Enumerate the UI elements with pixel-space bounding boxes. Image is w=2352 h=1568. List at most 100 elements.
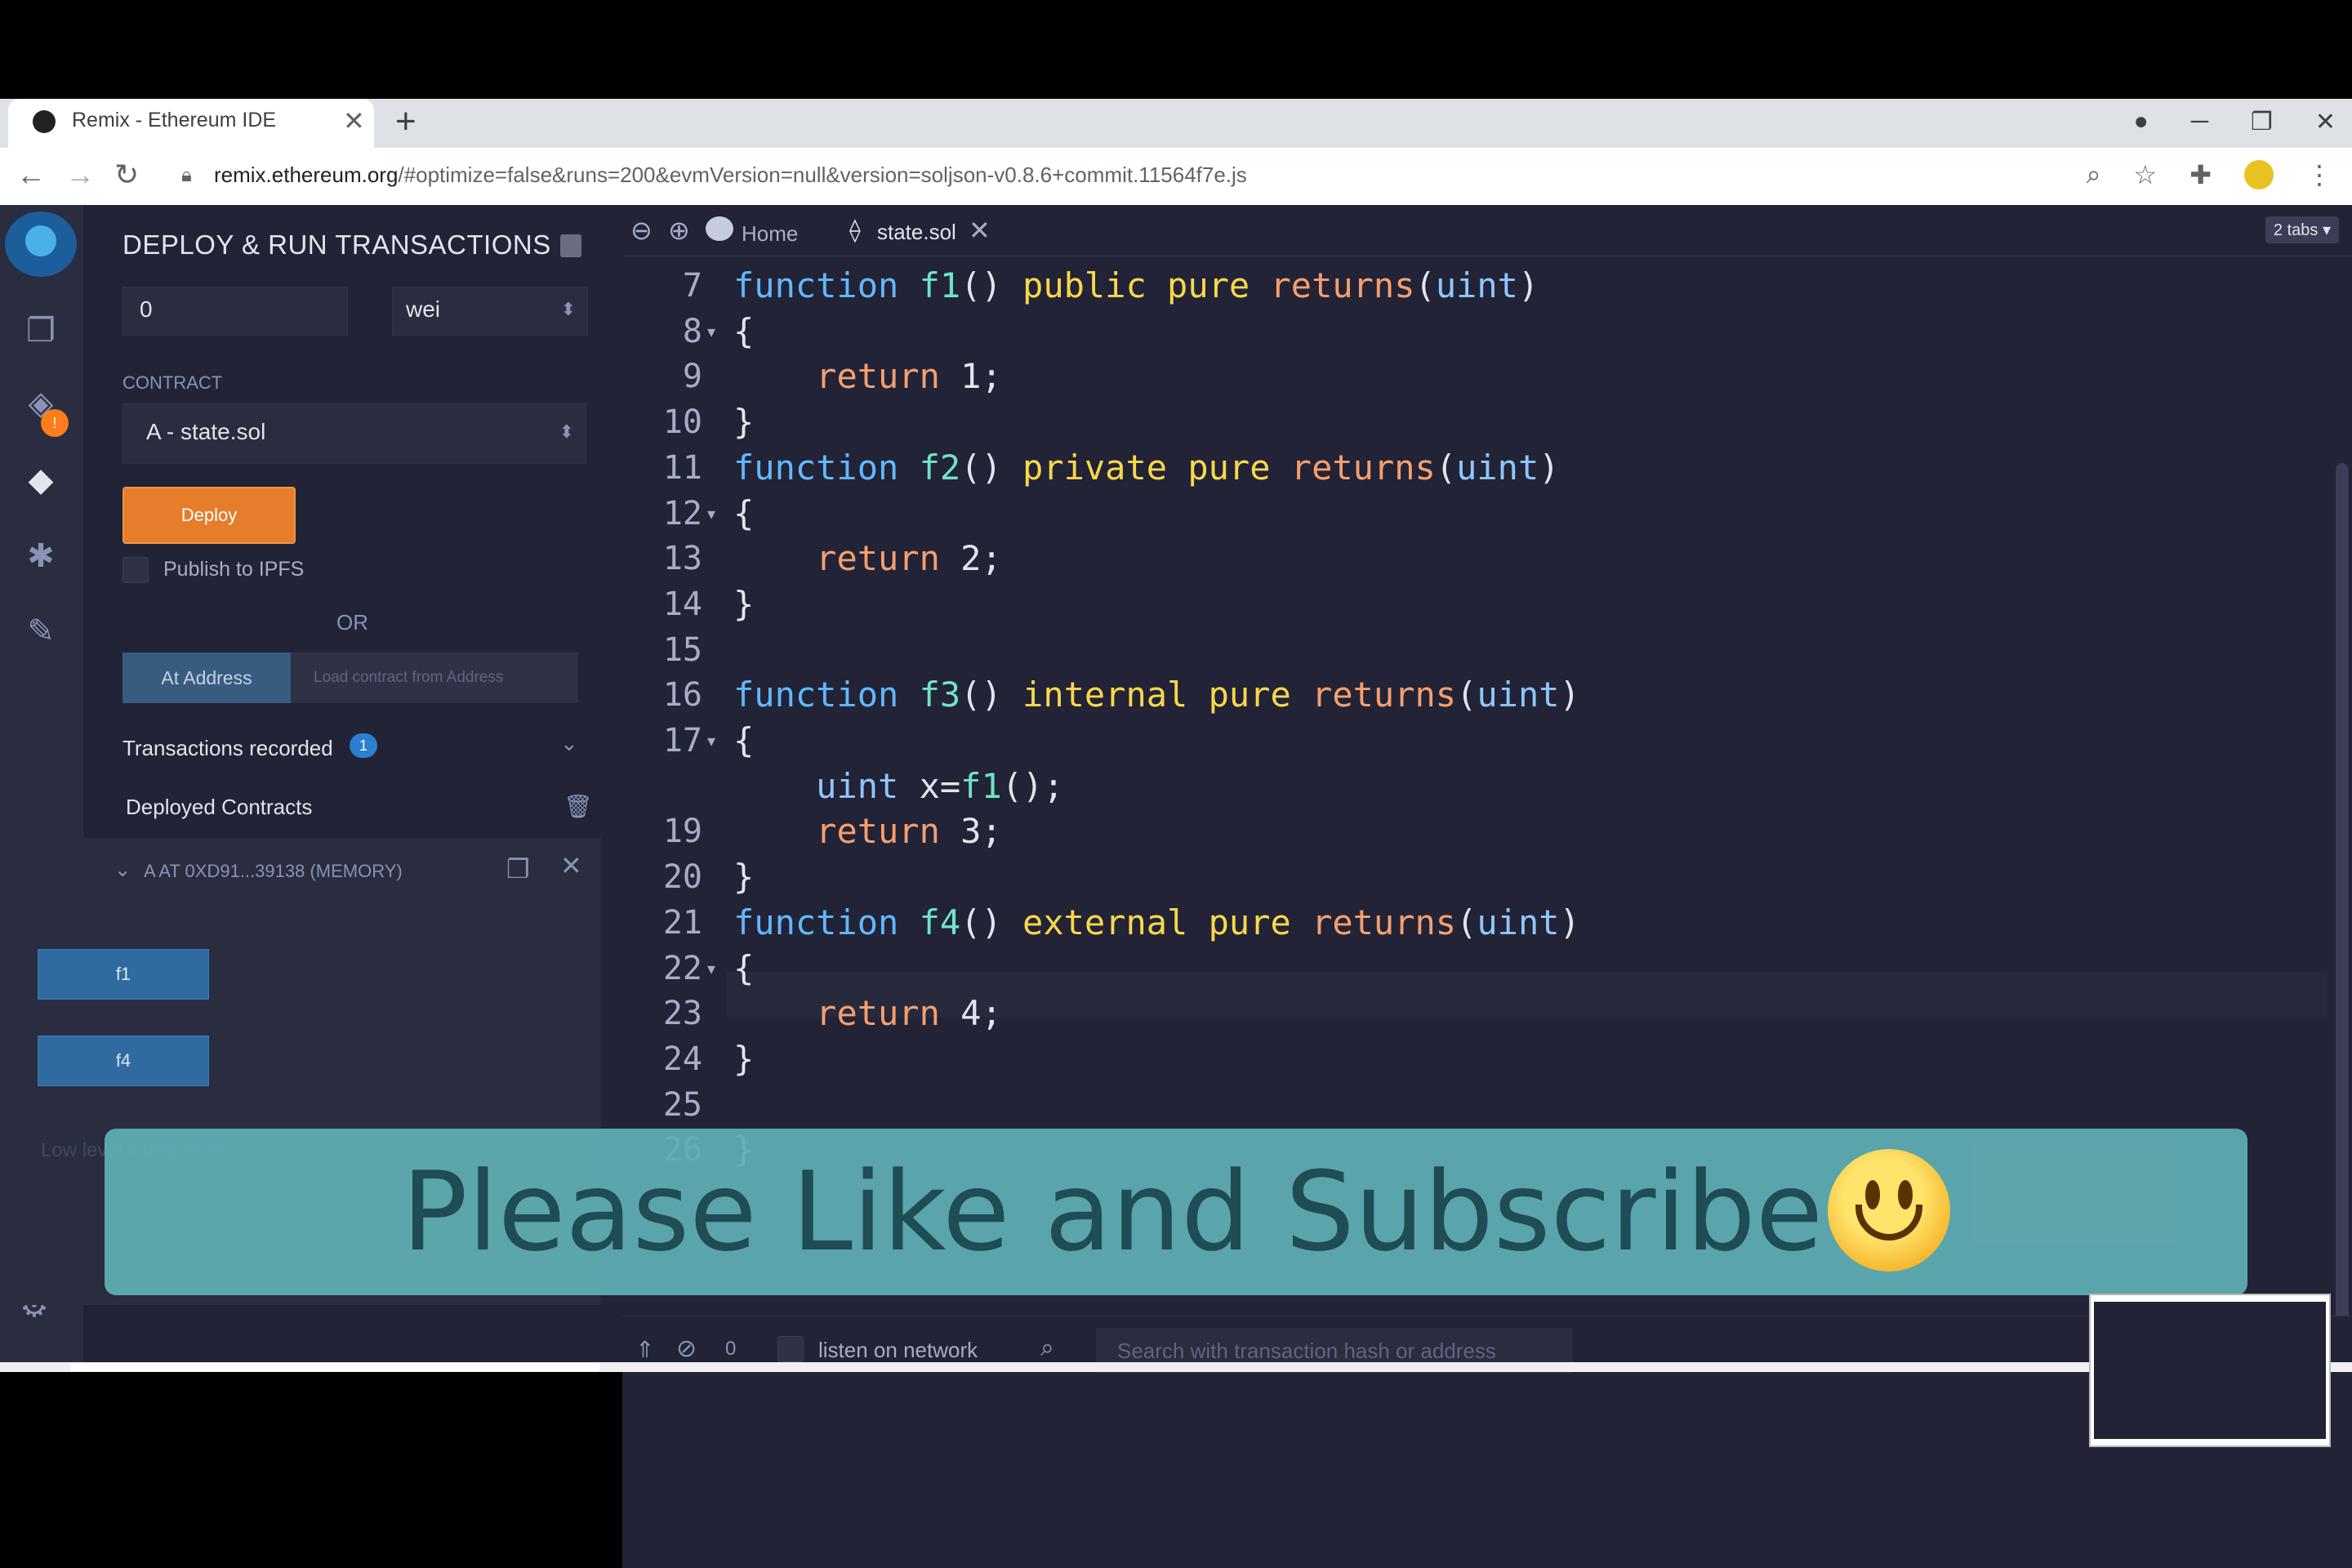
smiley-face-icon [1828, 1149, 1951, 1272]
extensions-puzzle-icon[interactable]: ✚ [2189, 159, 2212, 190]
code-line[interactable]: function f3() internal pure returns(uint… [733, 672, 1580, 718]
line-number: 23 [662, 995, 702, 1033]
close-window-button[interactable]: ✕ [2315, 108, 2336, 136]
code-line[interactable]: return 2; [733, 536, 1002, 581]
trash-icon[interactable]: 🗑︎ [564, 793, 593, 820]
forward-arrow-icon[interactable]: → [65, 158, 95, 192]
editor-scrollbar[interactable] [2336, 463, 2349, 1451]
function-button-f1[interactable]: f1 [38, 949, 209, 1000]
code-line[interactable]: function f4() external pure returns(uint… [733, 900, 1580, 946]
expand-terminal-icon[interactable]: ⇑ [635, 1336, 654, 1363]
horizontal-scroll-thumb[interactable] [70, 1363, 599, 1371]
remix-logo-icon[interactable] [5, 212, 77, 277]
zoom-out-icon[interactable]: ⊖ [630, 215, 653, 246]
tab-title: Remix - Ethereum IDE [72, 109, 277, 131]
transactions-recorded-label[interactable]: Transactions recorded [122, 736, 333, 761]
browser-menu-icon[interactable]: ⋮ [2306, 159, 2332, 190]
editor-tab-bar: ⊖ ⊕ Home ⟠ state.sol ✕ 2 tabs ▾ [622, 205, 2352, 256]
new-tab-button[interactable]: + [395, 101, 416, 142]
value-input[interactable]: 0 [122, 287, 348, 336]
bookmark-star-icon[interactable]: ☆ [2134, 159, 2158, 190]
code-line[interactable]: } [733, 581, 754, 627]
line-number: 12 [662, 494, 702, 532]
pending-tx-count: 0 [725, 1338, 737, 1360]
code-line[interactable]: uint x=f1(); [733, 764, 1063, 809]
deploy-run-icon[interactable]: ◆ [18, 457, 64, 503]
zoom-icon[interactable]: ⌕ [2087, 159, 2101, 190]
address-bar-row: ← → ↻ 🔒︎ remix.ethereum.org/#optimize=fa… [0, 148, 2352, 206]
fold-arrow-icon[interactable]: ▾ [707, 491, 715, 537]
lock-icon[interactable]: 🔒︎ [181, 164, 192, 187]
tab-home[interactable]: Home [742, 221, 798, 247]
plugin-manager-icon[interactable]: ✎ [18, 608, 64, 654]
listen-network-label: listen on network [818, 1338, 978, 1362]
line-number: 9 [682, 358, 702, 396]
tabs-count-dropdown[interactable]: 2 tabs ▾ [2265, 216, 2339, 243]
or-divider-label: OR [336, 610, 368, 635]
copy-icon[interactable]: ❐ [506, 853, 530, 884]
profile-icon[interactable]: ● [2134, 108, 2149, 136]
fold-arrow-icon[interactable]: ▾ [707, 309, 715, 354]
deploy-button[interactable]: Deploy [122, 487, 296, 544]
contract-value: A - state.sol [146, 419, 266, 444]
line-number: 17 [662, 722, 702, 760]
panel-docs-icon[interactable] [560, 234, 581, 257]
listen-network-checkbox[interactable] [777, 1336, 804, 1362]
load-address-input[interactable]: Load contract from Address [291, 653, 578, 703]
debugger-bug-icon[interactable]: ✱ [18, 533, 64, 579]
clear-console-icon[interactable]: ⊘ [676, 1334, 697, 1363]
minimize-button[interactable]: ─ [2191, 108, 2208, 136]
banner-message: Please Like and Subscribe [401, 1148, 1824, 1276]
function-button-f4[interactable]: f4 [38, 1036, 209, 1086]
remix-favicon-icon [33, 110, 56, 133]
profile-avatar[interactable] [2244, 160, 2274, 189]
restore-button[interactable]: ❐ [2251, 108, 2273, 136]
unit-select[interactable]: wei ⬍ [392, 287, 588, 336]
code-line[interactable]: { [733, 309, 754, 354]
back-arrow-icon[interactable]: ← [16, 158, 46, 192]
code-line[interactable]: } [733, 1036, 754, 1082]
line-number: 16 [662, 676, 702, 715]
code-line[interactable]: { [733, 718, 754, 764]
close-icon[interactable]: ✕ [560, 850, 582, 881]
compiler-warning-badge: ! [41, 409, 69, 437]
url-path: /#optimize=false&runs=200&evmVersion=nul… [398, 163, 1247, 187]
thumbnail-preview [2094, 1302, 2326, 1439]
zoom-in-icon[interactable]: ⊕ [668, 215, 690, 246]
tab-close-icon[interactable]: ✕ [343, 105, 365, 136]
code-line[interactable]: } [733, 399, 754, 445]
publish-ipfs-checkbox[interactable] [122, 557, 149, 583]
line-number: 11 [662, 448, 702, 487]
window-controls: ● ─ ❐ ✕ [2134, 103, 2336, 140]
close-tab-icon[interactable]: ✕ [969, 215, 991, 246]
code-line[interactable]: { [733, 491, 754, 537]
tab-state-sol[interactable]: state.sol [877, 220, 956, 245]
line-number: 18 [662, 767, 702, 805]
code-line[interactable]: function f2() private pure returns(uint) [733, 445, 1560, 491]
select-arrows-icon: ⬍ [560, 299, 576, 319]
fold-arrow-icon[interactable]: ▾ [707, 718, 715, 764]
code-line[interactable]: } [733, 854, 754, 900]
file-explorer-icon[interactable]: ❐ [18, 308, 64, 354]
chevron-down-icon[interactable]: ⌄ [114, 858, 131, 882]
code-line[interactable]: return 3; [733, 808, 1002, 854]
reload-icon[interactable]: ↻ [114, 158, 139, 192]
contract-select[interactable]: A - state.sol ⬍ [122, 403, 586, 464]
line-number: 19 [662, 813, 702, 851]
line-number: 8 [682, 312, 702, 350]
code-line[interactable]: function f1() public pure returns(uint) [733, 263, 1539, 309]
browser-tab[interactable]: Remix - Ethereum IDE ✕ [8, 99, 374, 148]
line-number: 7 [682, 267, 702, 305]
subscribe-banner: Please Like and Subscribe [105, 1129, 2247, 1295]
url-field[interactable]: remix.ethereum.org/#optimize=false&runs=… [214, 163, 1247, 188]
at-address-button[interactable]: At Address [122, 653, 291, 703]
code-line[interactable]: return 1; [733, 354, 1002, 399]
address-bar-actions: ⌕ ☆ ✚ ⋮ [2087, 159, 2332, 190]
transactions-count-badge: 1 [350, 733, 377, 758]
url-host: remix.ethereum.org [214, 163, 399, 187]
chevron-down-icon[interactable]: ⌄ [560, 731, 578, 756]
code-line[interactable]: { [733, 946, 754, 991]
line-number: 10 [662, 403, 702, 442]
fold-arrow-icon[interactable]: ▾ [707, 946, 715, 991]
code-line[interactable]: return 4; [733, 991, 1002, 1036]
